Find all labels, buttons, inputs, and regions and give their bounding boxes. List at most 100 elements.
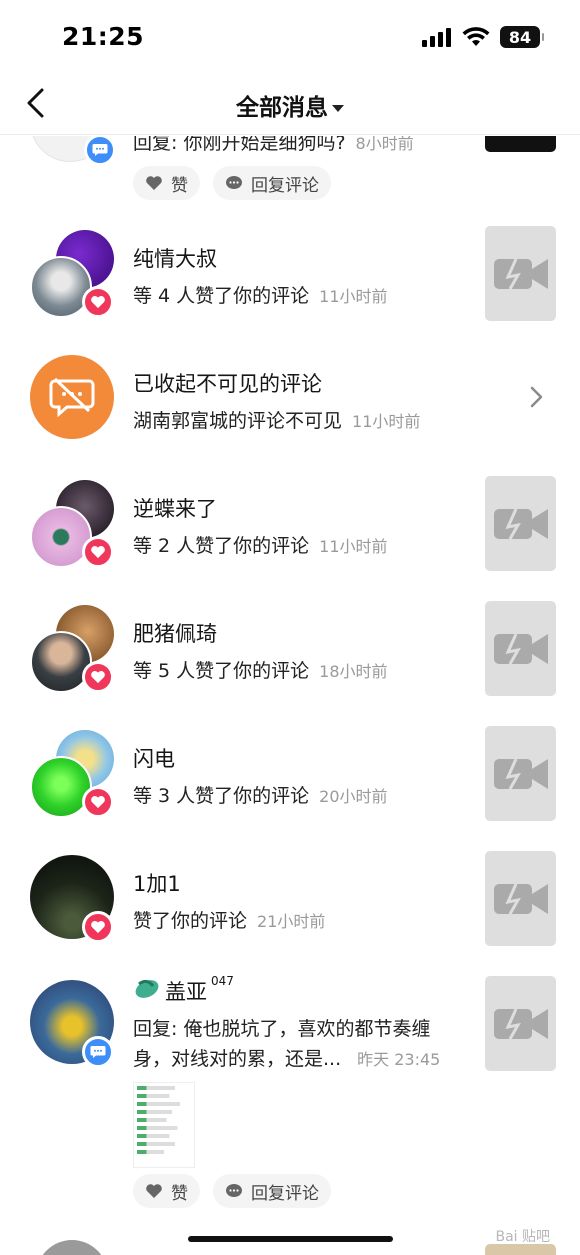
avatar-stack[interactable]	[30, 605, 118, 693]
video-thumbnail[interactable]	[485, 136, 556, 152]
notification-text: 赞了你的评论 21小时前	[133, 906, 325, 933]
list-item-like[interactable]: 闪电 等 3 人赞了你的评论 20小时前	[0, 726, 580, 836]
notification-text: 等 5 人赞了你的评论 18小时前	[133, 656, 388, 683]
reply-comment-label: 回复评论	[251, 175, 319, 196]
hidden-comment-avatar	[30, 355, 118, 443]
like-button[interactable]: 赞	[133, 166, 200, 200]
heart-badge-icon	[82, 786, 114, 818]
list-item-reply[interactable]: 盖亚 047 回复: 俺也脱坑了，喜欢的都节奏缠 身，对线对的累，还是... 昨天…	[0, 974, 580, 1216]
battery-indicator: 84	[500, 26, 544, 48]
video-thumbnail[interactable]	[485, 226, 556, 321]
chevron-right-icon	[530, 386, 543, 408]
avatar[interactable]	[30, 136, 118, 170]
user-name: 肥猪佩琦	[133, 622, 217, 646]
status-bar: 21:25 84	[0, 0, 580, 75]
status-time: 21:25	[62, 22, 145, 51]
reply-line-1: 回复: 俺也脱坑了，喜欢的都节奏缠	[133, 1018, 431, 1040]
video-broken-icon	[493, 882, 548, 915]
notification-desc: 等 4 人赞了你的评论	[133, 285, 310, 307]
video-broken-icon	[493, 507, 548, 540]
heart-icon	[146, 1184, 162, 1198]
timestamp: 昨天 23:45	[357, 1050, 441, 1069]
heart-badge-icon	[82, 661, 114, 693]
avatar-stack[interactable]	[30, 730, 118, 818]
video-thumbnail[interactable]	[485, 976, 556, 1071]
nav-bar: 全部消息	[0, 75, 580, 135]
heart-badge-icon	[82, 536, 114, 568]
home-indicator[interactable]	[188, 1236, 393, 1242]
user-name: 闪电	[133, 747, 175, 771]
user-name: 纯情大叔	[133, 247, 217, 271]
message-list[interactable]: 回复: 你刚开始是细狗吗? 8小时前 赞 回复评论 纯情大叔 等 4 人赞了你的评…	[0, 136, 580, 1255]
comment-badge-icon	[84, 136, 116, 166]
list-item-like[interactable]: 肥猪佩琦 等 5 人赞了你的评论 18小时前	[0, 601, 580, 711]
timestamp: 11小时前	[319, 287, 388, 306]
video-thumbnail[interactable]	[485, 726, 556, 821]
video-broken-icon	[493, 257, 548, 290]
message-filter-dropdown[interactable]: 全部消息	[0, 88, 580, 122]
caret-down-icon	[332, 105, 344, 112]
avatar[interactable]	[30, 980, 118, 1068]
like-label: 赞	[171, 1183, 188, 1204]
user-name: 逆蝶来了	[133, 497, 217, 521]
video-broken-icon	[493, 1007, 548, 1040]
reply-comment-button[interactable]: 回复评论	[213, 1174, 331, 1208]
timestamp: 8小时前	[355, 136, 414, 153]
notification-text: 湖南郭富城的评论不可见 11小时前	[133, 406, 420, 433]
like-button[interactable]: 赞	[133, 1174, 200, 1208]
avatar[interactable]	[30, 855, 118, 943]
user-name-row: 盖亚 047	[133, 974, 234, 1006]
comment-icon	[226, 176, 242, 189]
list-item-like[interactable]: 逆蝶来了 等 2 人赞了你的评论 11小时前	[0, 476, 580, 586]
reply-content: 身，对线对的累，还是...	[133, 1048, 342, 1070]
reply-text: 回复: 你刚开始是细狗吗? 8小时前	[133, 136, 414, 155]
attached-image[interactable]	[133, 1082, 195, 1168]
heart-badge-icon	[82, 286, 114, 318]
page-title: 全部消息	[236, 95, 328, 121]
notification-desc: 赞了你的评论	[133, 910, 248, 932]
avatar-stack[interactable]	[30, 480, 118, 568]
timestamp: 11小时前	[352, 412, 421, 431]
video-thumbnail[interactable]	[485, 601, 556, 696]
timestamp: 11小时前	[319, 537, 388, 556]
notification-desc: 等 5 人赞了你的评论	[133, 660, 310, 682]
list-item-like[interactable]: 1加1 赞了你的评论 21小时前	[0, 851, 580, 961]
hidden-comment-icon	[30, 355, 114, 439]
heart-icon	[146, 176, 162, 190]
user-tag: 047	[211, 974, 234, 988]
reply-line-2: 身，对线对的累，还是... 昨天 23:45	[133, 1044, 440, 1071]
heart-badge-icon	[82, 911, 114, 943]
reply-comment-label: 回复评论	[251, 1183, 319, 1204]
watermark: Bai 贴吧	[495, 1229, 550, 1245]
like-label: 赞	[171, 175, 188, 196]
notification-desc: 湖南郭富城的评论不可见	[133, 410, 343, 432]
timestamp: 21小时前	[257, 912, 326, 931]
comment-badge-icon	[82, 1036, 114, 1068]
video-thumbnail[interactable]	[485, 476, 556, 571]
avatar-stack[interactable]	[30, 230, 118, 318]
notification-desc: 等 3 人赞了你的评论	[133, 785, 310, 807]
list-item-hidden-comments[interactable]: 已收起不可见的评论 湖南郭富城的评论不可见 11小时前	[0, 351, 580, 451]
user-name: 盖亚	[165, 980, 207, 1004]
slipper-icon	[135, 979, 159, 998]
reply-comment-button[interactable]: 回复评论	[213, 166, 331, 200]
timestamp: 18小时前	[319, 662, 388, 681]
comment-icon	[226, 1184, 242, 1197]
status-icons: 84	[422, 26, 544, 48]
list-item-reply-top[interactable]: 回复: 你刚开始是细狗吗? 8小时前 赞 回复评论	[0, 136, 580, 212]
notification-desc: 等 2 人赞了你的评论	[133, 535, 310, 557]
user-name: 1加1	[133, 872, 181, 896]
video-thumbnail[interactable]	[485, 851, 556, 946]
wifi-icon	[462, 27, 490, 46]
signal-icon	[422, 28, 451, 47]
avatar	[36, 1240, 108, 1255]
notification-text: 等 3 人赞了你的评论 20小时前	[133, 781, 388, 808]
video-broken-icon	[493, 757, 548, 790]
hidden-comments-title: 已收起不可见的评论	[133, 372, 322, 396]
list-item-like[interactable]: 纯情大叔 等 4 人赞了你的评论 11小时前	[0, 226, 580, 336]
video-broken-icon	[493, 632, 548, 665]
timestamp: 20小时前	[319, 787, 388, 806]
reply-content: 回复: 你刚开始是细狗吗?	[133, 136, 346, 154]
notification-text: 等 2 人赞了你的评论 11小时前	[133, 531, 388, 558]
notification-text: 等 4 人赞了你的评论 11小时前	[133, 281, 388, 308]
